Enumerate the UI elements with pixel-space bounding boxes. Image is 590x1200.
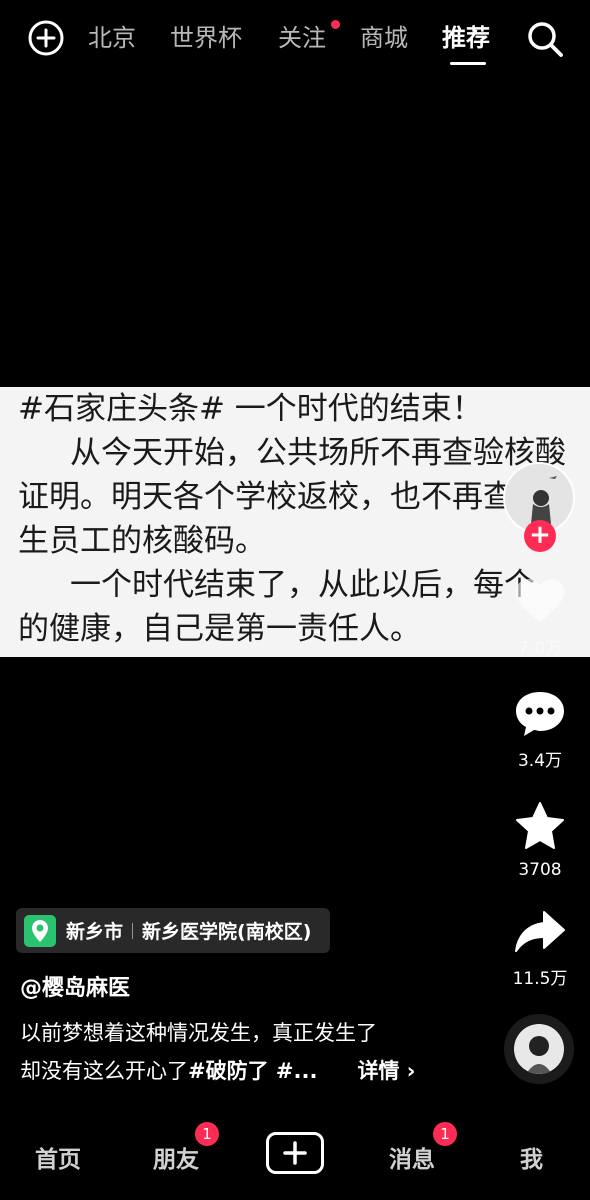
friends-badge: 1 [195,1122,219,1146]
favorite-action[interactable]: 3708 [500,800,580,880]
author-name[interactable]: @樱岛麻医 [20,970,130,1002]
active-tab-indicator [450,62,486,65]
location-city: 新乡市 [66,921,124,943]
star-icon [516,802,564,849]
video-text-line: 证明。明天各个学校返校，也不再查 [18,479,514,515]
video-text-line: #石家庄头条# 一个时代的结束！ [18,391,483,427]
more-label: 详情 [357,1059,400,1083]
plus-icon [283,1141,307,1165]
chevron-right-icon: › [399,1059,416,1083]
share-arrow-icon [515,911,565,952]
caption-more-button[interactable]: 详情 › [357,1059,415,1083]
top-navigation: 北京 世界杯 关注 商城 推荐 [0,0,590,76]
comment-action[interactable]: 3.4万 [500,688,580,771]
video-text-line: 一个时代结束了，从此以后，每个 [70,567,535,603]
bottom-navigation: 首页 朋友 1 消息 1 我 [0,1110,590,1200]
video-text-line: 生员工的核酸码。 [18,523,266,559]
tab-recommend[interactable]: 推荐 [442,22,490,54]
tab-mall[interactable]: 商城 [360,22,408,54]
messages-badge: 1 [433,1122,457,1146]
search-icon[interactable] [526,20,564,58]
caption-line: 以前梦想着这种情况发生，真正发生了 [20,1021,377,1045]
caption-text: 却没有这么开心了 [20,1059,188,1083]
music-cover-image [514,1024,564,1074]
caption-hashtags[interactable]: #破防了 #... [188,1059,317,1083]
like-count: 7.0万 [517,639,563,659]
heart-icon [516,579,564,622]
location-divider [132,922,134,939]
video-text-image: #石家庄头条# 一个时代的结束！ 从今天开始，公共场所不再查验核酸 证明。明天各… [18,387,578,651]
location-place: 新乡医学院(南校区) [142,921,312,943]
tab-following[interactable]: 关注 [278,22,326,54]
nav-me[interactable]: 我 [520,1140,543,1174]
location-tag[interactable]: 新乡市 新乡医学院(南校区) [16,908,330,953]
tab-beijing[interactable]: 北京 [88,22,136,54]
share-count: 11.5万 [512,969,568,989]
create-button[interactable] [266,1132,324,1174]
music-disc[interactable] [504,1014,574,1084]
like-action[interactable]: 7.0万 [500,576,580,659]
follow-button[interactable]: + [524,520,556,552]
share-action[interactable]: 11.5万 [500,906,580,989]
caption-line: 却没有这么开心了#破防了 #... 详情 › [20,1052,490,1090]
comment-icon [516,692,564,736]
following-notification-dot [331,20,340,29]
nav-friends[interactable]: 朋友 [153,1140,199,1174]
video-caption[interactable]: 以前梦想着这种情况发生，真正发生了 却没有这么开心了#破防了 #... 详情 › [20,1014,490,1090]
video-text-line: 的健康，自己是第一责任人。 [18,611,421,647]
nav-home[interactable]: 首页 [35,1140,81,1174]
video-text-line: 从今天开始，公共场所不再查验核酸 [70,435,566,471]
nav-messages[interactable]: 消息 [389,1140,435,1174]
add-circle-icon[interactable] [28,20,64,56]
comment-count: 3.4万 [517,751,563,771]
location-pin-icon [24,914,56,947]
tab-world-cup[interactable]: 世界杯 [170,22,242,54]
favorite-count: 3708 [518,860,562,880]
